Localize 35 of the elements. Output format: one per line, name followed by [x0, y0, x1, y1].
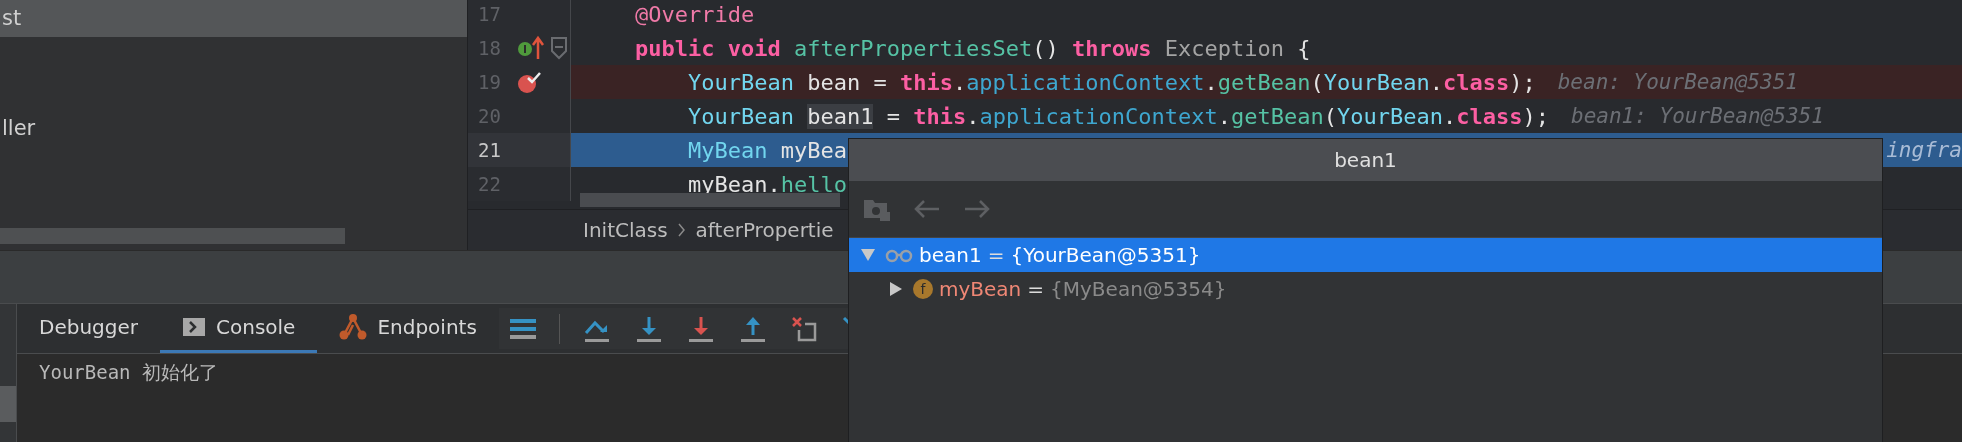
highlighted-identifier: bean1 [807, 103, 874, 129]
tree-item[interactable]: ller [0, 110, 467, 147]
inline-hint: bean: YourBean@5351 [1557, 70, 1798, 94]
equals-sign: = [1027, 277, 1045, 301]
scrollbar[interactable] [580, 193, 840, 207]
tab[interactable]: Console [160, 304, 318, 353]
variable-name: bean1 [919, 243, 982, 267]
tree-row[interactable]: bean1 = {YourBean@5351} [849, 238, 1882, 272]
scrollbar[interactable] [0, 228, 345, 244]
fold-icon[interactable] [550, 35, 568, 61]
console-line: YourBean 初始化了 [39, 360, 219, 385]
inline-hint: ingfra [1886, 138, 1962, 162]
variable-value: {YourBean@5351} [1010, 243, 1201, 267]
expand-icon[interactable] [889, 281, 903, 297]
breadcrumb[interactable]: afterPropertie [695, 218, 834, 243]
menu-icon[interactable] [508, 316, 537, 341]
endpoints-icon [339, 313, 368, 341]
scrollbar[interactable] [0, 386, 16, 422]
popup-title: bean1 [849, 139, 1882, 181]
breadcrumb[interactable]: InitClass [583, 218, 668, 243]
tree-row[interactable]: f myBean = {MyBean@5354} [849, 272, 1882, 306]
console-icon [182, 316, 206, 338]
glasses-icon [885, 247, 913, 263]
variable-value: {MyBean@5354} [1050, 277, 1227, 301]
inline-hint: bean1: YourBean@5351 [1571, 104, 1824, 128]
line-number: 21 [477, 139, 502, 161]
code-line: @Override [570, 0, 1962, 31]
tab[interactable]: Debugger [17, 304, 160, 353]
tree-item[interactable]: st [0, 0, 467, 37]
variable-name: myBean [939, 277, 1022, 301]
tab[interactable]: Endpoints [317, 304, 499, 353]
equals-sign: = [987, 243, 1005, 267]
collapse-icon[interactable] [860, 248, 876, 262]
chevron-icon [677, 223, 686, 238]
field-icon: f [913, 279, 933, 299]
